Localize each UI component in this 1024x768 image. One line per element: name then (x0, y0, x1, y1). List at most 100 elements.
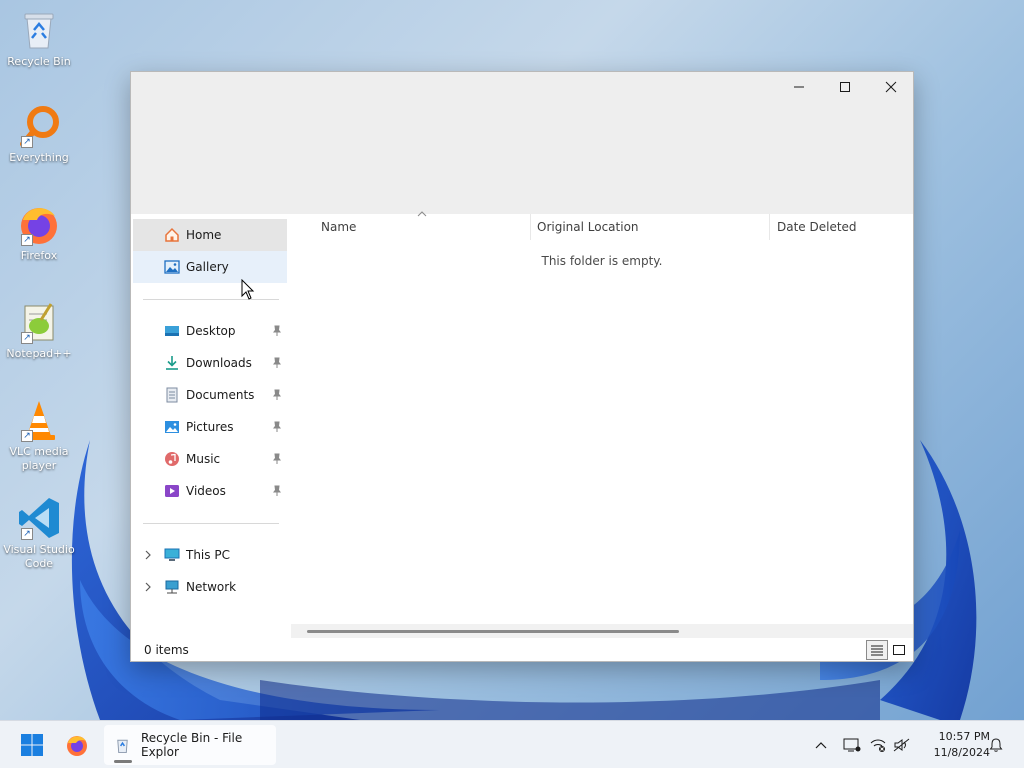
recycle-bin-icon (17, 8, 61, 52)
notepadpp-icon: ↗ (17, 300, 61, 344)
home-icon (163, 226, 181, 244)
title-bar[interactable] (131, 72, 913, 214)
nav-item-label: Desktop (186, 324, 236, 338)
navigation-pane: Home Gallery Desktop Downloads Documents… (131, 214, 291, 624)
pin-icon (273, 325, 281, 336)
nav-item-label: Home (186, 228, 222, 242)
nav-item-label: Network (186, 580, 237, 594)
column-divider[interactable] (769, 214, 770, 240)
vlc-icon: ↗ (17, 398, 61, 442)
firefox-icon (67, 736, 87, 756)
item-count: 0 items (144, 643, 189, 657)
minimize-icon (794, 86, 804, 88)
notifications-button[interactable] (986, 735, 1006, 755)
nav-item-gallery[interactable]: Gallery (133, 251, 287, 283)
details-view-button[interactable] (866, 640, 888, 660)
close-button[interactable] (868, 72, 914, 102)
taskbar-file-explorer-button[interactable]: Recycle Bin - File Explor (104, 725, 276, 765)
desktop-icon-recycle-bin[interactable]: Recycle Bin (2, 8, 76, 69)
tiles-view-button[interactable] (888, 640, 910, 660)
nav-item-videos[interactable]: Videos (133, 475, 287, 507)
taskbar-firefox-button[interactable] (58, 727, 96, 763)
tray-volume-button[interactable] (892, 735, 912, 755)
tiles-view-icon (893, 645, 905, 655)
nav-item-label: Gallery (186, 260, 229, 274)
desktop-icon-vlc[interactable]: ↗ VLC media player (2, 398, 76, 473)
column-divider[interactable] (530, 214, 531, 240)
content-pane[interactable]: Name Original Location Date Deleted This… (291, 211, 913, 624)
nav-separator (143, 523, 279, 524)
shortcut-arrow-icon: ↗ (21, 136, 33, 148)
shortcut-arrow-icon: ↗ (21, 234, 33, 246)
horizontal-scrollbar[interactable] (291, 624, 913, 638)
chevron-right-icon[interactable] (143, 549, 153, 561)
chevron-right-icon[interactable] (143, 581, 153, 593)
start-button[interactable] (14, 727, 50, 763)
nav-item-this-pc[interactable]: This PC (133, 539, 287, 571)
nav-item-music[interactable]: Music (133, 443, 287, 475)
nav-item-home[interactable]: Home (133, 219, 287, 251)
file-explorer-window: Home Gallery Desktop Downloads Documents… (130, 71, 914, 662)
taskbar: Recycle Bin - File Explor 10:57 PM 11/8/… (0, 720, 1024, 768)
taskbar-app-label: Recycle Bin - File Explor (141, 731, 243, 759)
desktop-folder-icon (163, 322, 181, 340)
nav-item-network[interactable]: Network (133, 571, 287, 603)
gallery-icon (163, 258, 181, 276)
nav-item-label: Music (186, 452, 221, 466)
music-folder-icon (163, 450, 181, 468)
nav-item-documents[interactable]: Documents (133, 379, 287, 411)
tray-network-button[interactable] (868, 735, 888, 755)
display-icon (843, 738, 861, 752)
vscode-icon: ↗ (17, 496, 61, 540)
column-header-original-location[interactable]: Original Location (537, 214, 769, 240)
status-bar: 0 items (131, 638, 913, 661)
nav-item-downloads[interactable]: Downloads (133, 347, 287, 379)
show-hidden-icons-button[interactable] (811, 735, 831, 755)
this-pc-icon (163, 546, 181, 564)
network-status-icon (870, 739, 886, 752)
pin-icon (273, 389, 281, 400)
tray-display-button[interactable] (842, 735, 862, 755)
pin-icon (273, 485, 281, 496)
maximize-icon (840, 82, 850, 92)
column-header-date-deleted[interactable]: Date Deleted (777, 214, 913, 240)
running-indicator (114, 760, 132, 763)
downloads-folder-icon (163, 354, 181, 372)
empty-folder-message: This folder is empty. (541, 254, 663, 268)
bell-icon (989, 738, 1003, 752)
desktop-icon-vscode[interactable]: ↗ Visual Studio Code (2, 496, 76, 571)
close-icon (885, 81, 897, 93)
nav-separator (143, 299, 279, 300)
pin-icon (273, 421, 281, 432)
maximize-button[interactable] (822, 72, 868, 102)
nav-item-label: Documents (186, 388, 255, 402)
network-icon (163, 578, 181, 596)
pin-icon (273, 453, 281, 464)
nav-item-label: Downloads (186, 356, 252, 370)
scrollbar-thumb[interactable] (307, 630, 679, 633)
nav-item-desktop[interactable]: Desktop (133, 315, 287, 347)
nav-item-pictures[interactable]: Pictures (133, 411, 287, 443)
nav-item-label: Pictures (186, 420, 234, 434)
clock-time: 10:57 PM (938, 730, 990, 743)
column-header-name[interactable]: Name (321, 214, 530, 240)
minimize-button[interactable] (776, 72, 822, 102)
chevron-up-icon (815, 742, 827, 749)
shortcut-arrow-icon: ↗ (21, 430, 33, 442)
shortcut-arrow-icon: ↗ (21, 332, 33, 344)
nav-item-label: Videos (186, 484, 226, 498)
pin-icon (273, 357, 281, 368)
taskbar-clock[interactable]: 10:57 PM 11/8/2024 (918, 729, 990, 761)
sort-ascending-icon (417, 211, 427, 217)
details-view-icon (871, 645, 883, 656)
firefox-icon: ↗ (17, 202, 61, 246)
documents-folder-icon (163, 386, 181, 404)
pictures-folder-icon (163, 418, 181, 436)
desktop-icon-notepadpp[interactable]: ↗ Notepad++ (2, 300, 76, 361)
videos-folder-icon (163, 482, 181, 500)
desktop-icon-everything[interactable]: ↗ Everything (2, 104, 76, 165)
desktop-icon-firefox[interactable]: ↗ Firefox (2, 202, 76, 263)
volume-icon (893, 738, 910, 752)
clock-date: 11/8/2024 (933, 746, 990, 759)
windows-start-icon (21, 734, 43, 756)
